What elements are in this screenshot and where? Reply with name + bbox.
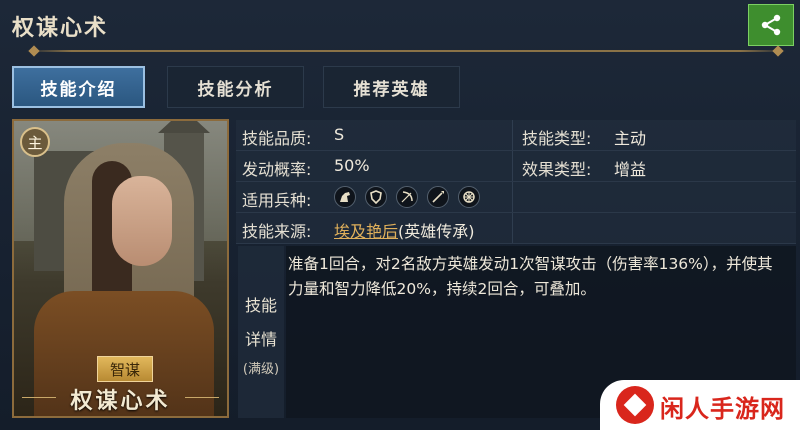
source-value: 埃及艳后(英雄传承)	[334, 218, 475, 242]
quality-value: S	[334, 125, 345, 144]
chance-value: 50%	[334, 156, 370, 175]
row-divider	[512, 182, 513, 212]
info-row-troops: 适用兵种:	[236, 182, 796, 213]
troop-icons	[334, 186, 480, 208]
skill-type-tag: 智谋	[97, 356, 153, 382]
cavalry-icon	[334, 186, 356, 208]
tab-skill-analysis[interactable]: 技能分析	[167, 66, 304, 108]
divider-gem-right	[772, 45, 784, 57]
card-skill-name: 权谋心术	[70, 389, 171, 414]
title-divider	[26, 45, 786, 57]
card-face	[112, 176, 172, 266]
quality-label: 技能品质:	[242, 129, 312, 148]
row-divider	[512, 213, 513, 243]
detail-label-line2: 详情	[244, 330, 277, 349]
source-suffix: (英雄传承)	[398, 222, 475, 241]
detail-side-label: 技能 详情 (满级)	[238, 246, 284, 418]
spear-icon	[427, 186, 449, 208]
skill-type-value: 主动	[614, 129, 647, 148]
info-row-chance: 发动概率: 50% 效果类型: 增益	[236, 151, 796, 182]
watermark-logo-icon	[616, 386, 654, 424]
row-divider	[512, 151, 513, 181]
detail-label-line3: (满级)	[242, 362, 280, 377]
skill-description: 准备1回合，对2名敌方英雄发动1次智谋攻击（伤害率136%），并使其力量和智力降…	[288, 255, 773, 298]
shield-icon	[365, 186, 387, 208]
skill-type-label: 技能类型:	[522, 129, 592, 148]
troops-label: 适用兵种:	[242, 191, 312, 210]
share-icon	[761, 14, 781, 36]
info-row-quality: 技能品质: S 技能类型: 主动	[236, 120, 796, 151]
divider-gem-left	[28, 45, 40, 57]
tab-skill-intro[interactable]: 技能介绍	[12, 66, 145, 108]
share-button[interactable]	[748, 4, 794, 46]
effect-type-label: 效果类型:	[522, 160, 592, 179]
row-divider	[512, 120, 513, 150]
site-watermark: 闲人手游网	[600, 380, 800, 430]
bow-icon	[396, 186, 418, 208]
skill-card: 主 智谋 权谋心术	[12, 119, 229, 418]
source-hero-link[interactable]: 埃及艳后	[334, 222, 398, 241]
page-title: 权谋心术	[12, 16, 109, 41]
tab-recommended-heroes[interactable]: 推荐英雄	[323, 66, 460, 108]
info-row-source: 技能来源: 埃及艳后(英雄传承)	[236, 213, 796, 244]
main-skill-badge: 主	[20, 127, 50, 157]
chance-label: 发动概率:	[242, 160, 312, 179]
source-label: 技能来源:	[242, 222, 312, 241]
watermark-text: 闲人手游网	[660, 395, 785, 423]
effect-type-value: 增益	[614, 160, 647, 179]
skill-info-panel: 技能品质: S 技能类型: 主动 发动概率: 50% 效果类型: 增益 适用兵种…	[236, 120, 796, 418]
detail-label-line1: 技能	[244, 296, 277, 315]
wheel-icon	[458, 186, 480, 208]
